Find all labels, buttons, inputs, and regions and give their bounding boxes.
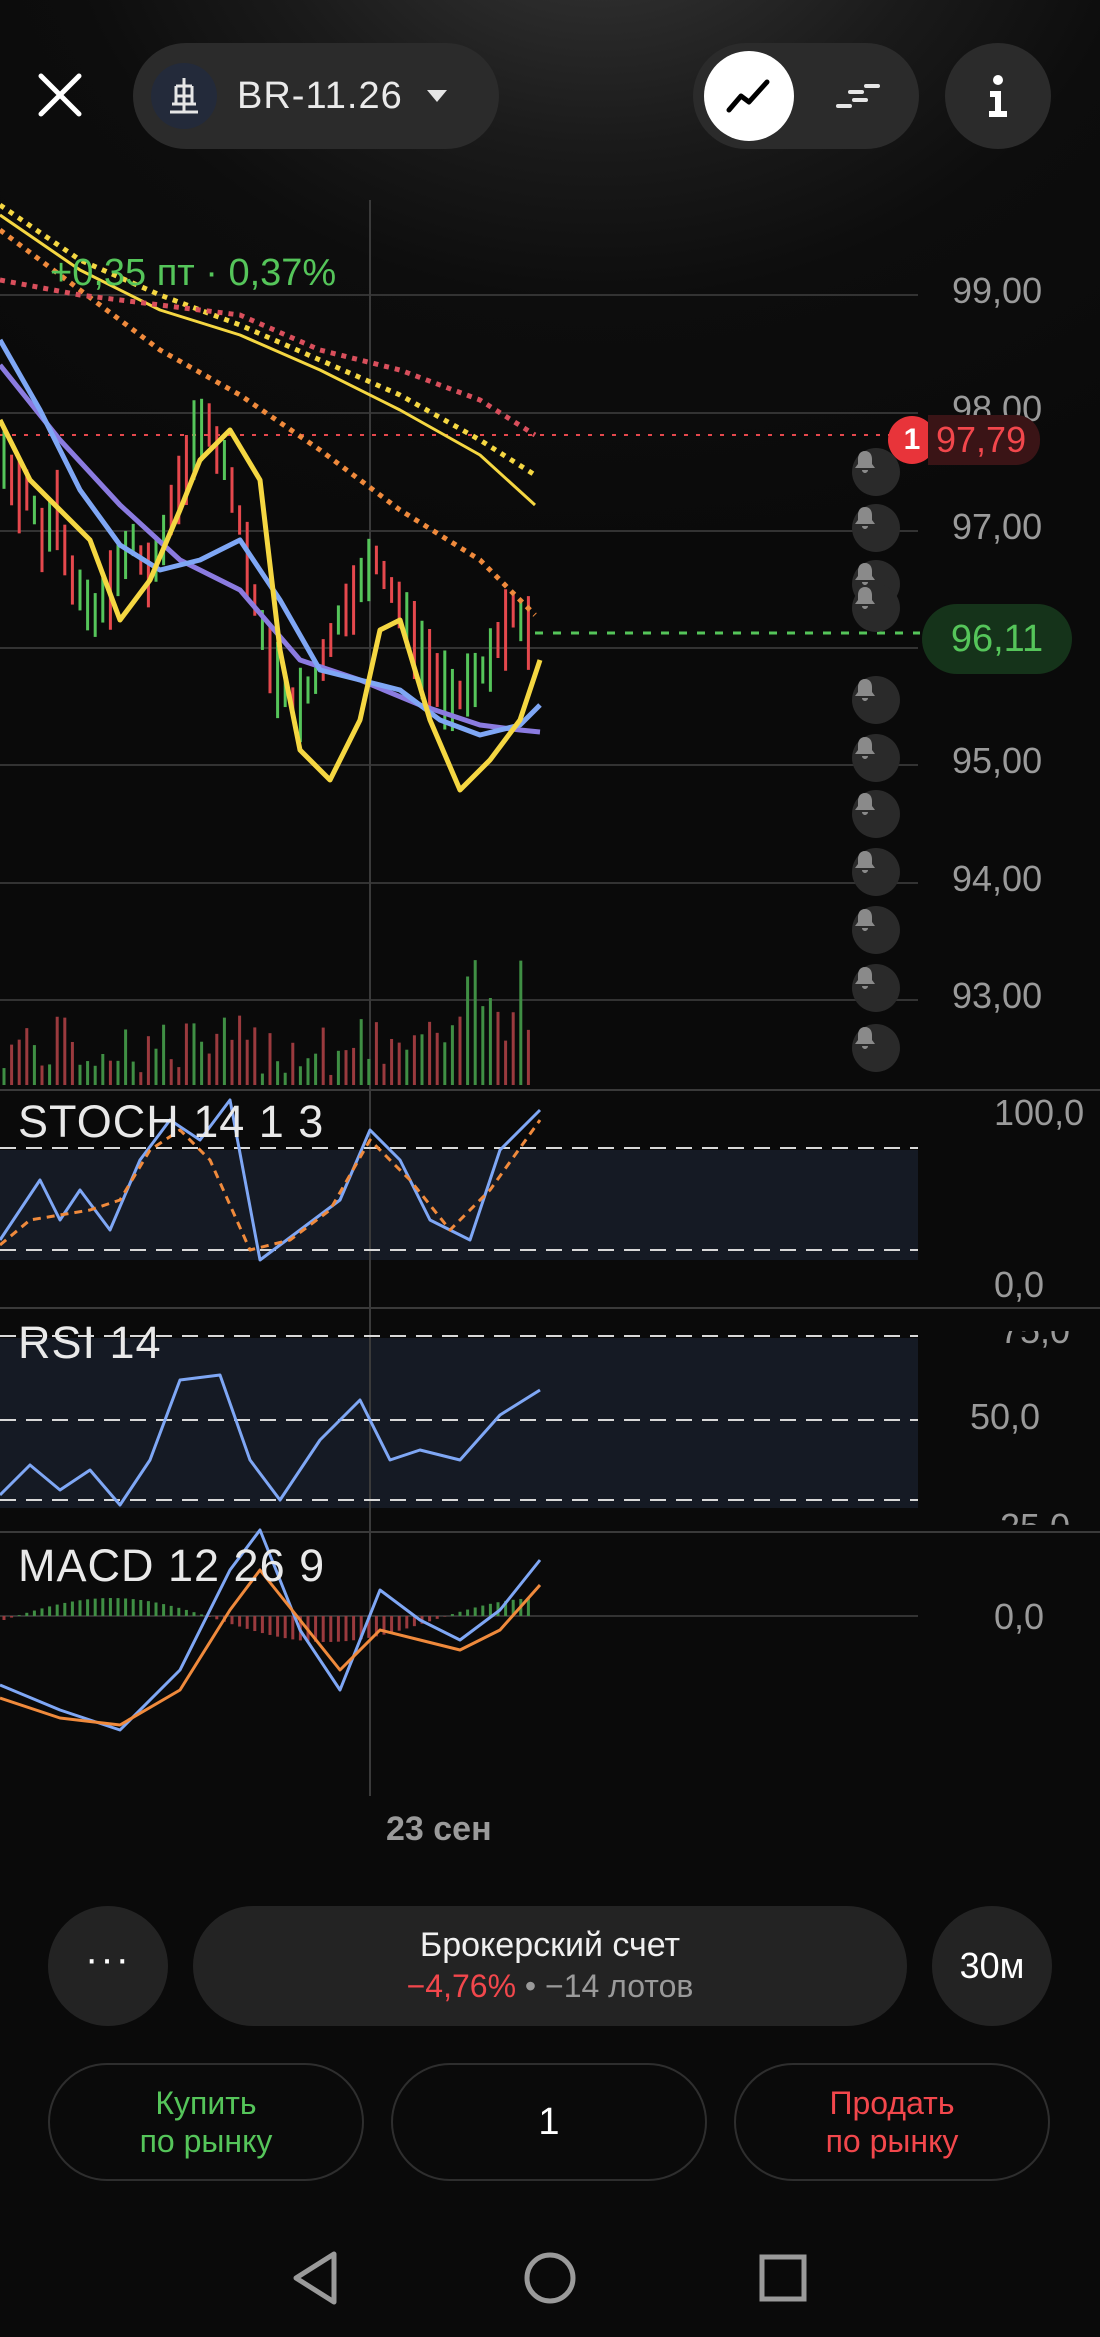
- rsi-axis-mid: 50,0: [970, 1396, 1041, 1437]
- nav-back-button[interactable]: [270, 2238, 360, 2318]
- price-chart[interactable]: +0,35 пт · 0,37% 99,00 98,00 97,00 95,00…: [0, 160, 1100, 1860]
- line-chart-icon: [726, 79, 770, 113]
- current-price-badge: 96,11: [922, 604, 1072, 674]
- buy-label-line1: Купить: [155, 2085, 257, 2121]
- nav-recents-button[interactable]: [738, 2238, 828, 2318]
- sell-label-line1: Продать: [829, 2085, 955, 2121]
- price-axis-label: 95,00: [952, 740, 1043, 781]
- account-summary: −4,76% • −14 лотов: [193, 1968, 907, 2005]
- stoch-axis-bottom: 0,0: [994, 1264, 1045, 1305]
- price-axis-label: 93,00: [952, 975, 1043, 1016]
- alert-price-badge[interactable]: 97,79: [928, 415, 1041, 465]
- chart-view-toggle: [693, 43, 919, 149]
- line-view-button[interactable]: [704, 51, 794, 141]
- app-screen: BR-11.26 +0,35 пт · 0,37% 99,00 98,00 97…: [0, 0, 1100, 2337]
- account-title: Брокерский счет: [419, 1926, 681, 1964]
- interval-button[interactable]: 30м: [932, 1906, 1052, 2026]
- date-axis-label: 23 сен: [386, 1810, 492, 1848]
- quantity-field[interactable]: 1: [391, 2063, 707, 2181]
- back-icon: [293, 2251, 337, 2305]
- account-lots: −14 лотов: [545, 1968, 694, 2004]
- info-icon: [989, 75, 1007, 117]
- stoch-axis-top: 100,0: [994, 1092, 1085, 1133]
- oil-rig-icon: [151, 63, 217, 129]
- ticker-selector[interactable]: BR-11.26: [133, 43, 499, 149]
- macd-label: MACD 12 26 9: [18, 1540, 326, 1591]
- buy-market-button[interactable]: Купить по рынку: [48, 2063, 364, 2181]
- macd-axis-zero: 0,0: [994, 1596, 1045, 1637]
- close-button[interactable]: [15, 50, 105, 140]
- close-icon: [38, 73, 82, 117]
- info-button[interactable]: [945, 43, 1051, 149]
- bell-icon[interactable]: [852, 964, 900, 1012]
- candles-icon: [836, 84, 880, 108]
- bell-icon[interactable]: [852, 734, 900, 782]
- bell-icon[interactable]: [852, 676, 900, 724]
- price-change-label: +0,35 пт · 0,37%: [50, 252, 337, 294]
- rsi-label: RSI 14: [18, 1317, 162, 1368]
- macd-signal-line: [0, 1568, 542, 1727]
- recents-icon: [759, 2254, 807, 2302]
- account-change: −4,76%: [406, 1968, 517, 2004]
- home-icon: [524, 2252, 576, 2304]
- account-separator: •: [524, 1968, 537, 2004]
- bell-icon[interactable]: [852, 504, 900, 552]
- bell-icon[interactable]: [852, 790, 900, 838]
- ticker-name: BR-11.26: [237, 74, 403, 117]
- stoch-label: STOCH 14 1 3: [18, 1096, 325, 1147]
- price-axis-label: 97,00: [952, 506, 1043, 547]
- bell-icon[interactable]: [852, 906, 900, 954]
- account-selector[interactable]: Брокерский счет −4,76% • −14 лотов: [193, 1906, 907, 2026]
- caret-down-icon: [426, 90, 447, 102]
- sell-market-button[interactable]: Продать по рынку: [734, 2063, 1050, 2181]
- buy-label-line2: по рынку: [139, 2123, 273, 2159]
- candle-view-button[interactable]: [813, 51, 903, 141]
- more-icon: ···: [85, 1936, 131, 1981]
- price-axis-label: 99,00: [952, 270, 1043, 311]
- price-axis-label: 94,00: [952, 858, 1043, 899]
- bell-icon[interactable]: [852, 448, 900, 496]
- sell-label-line2: по рынку: [825, 2123, 959, 2159]
- bell-icon[interactable]: [852, 848, 900, 896]
- more-options-button[interactable]: ···: [48, 1906, 168, 2026]
- nav-home-button[interactable]: [505, 2238, 595, 2318]
- bell-icon[interactable]: [852, 584, 900, 632]
- bell-icon[interactable]: [852, 1024, 900, 1072]
